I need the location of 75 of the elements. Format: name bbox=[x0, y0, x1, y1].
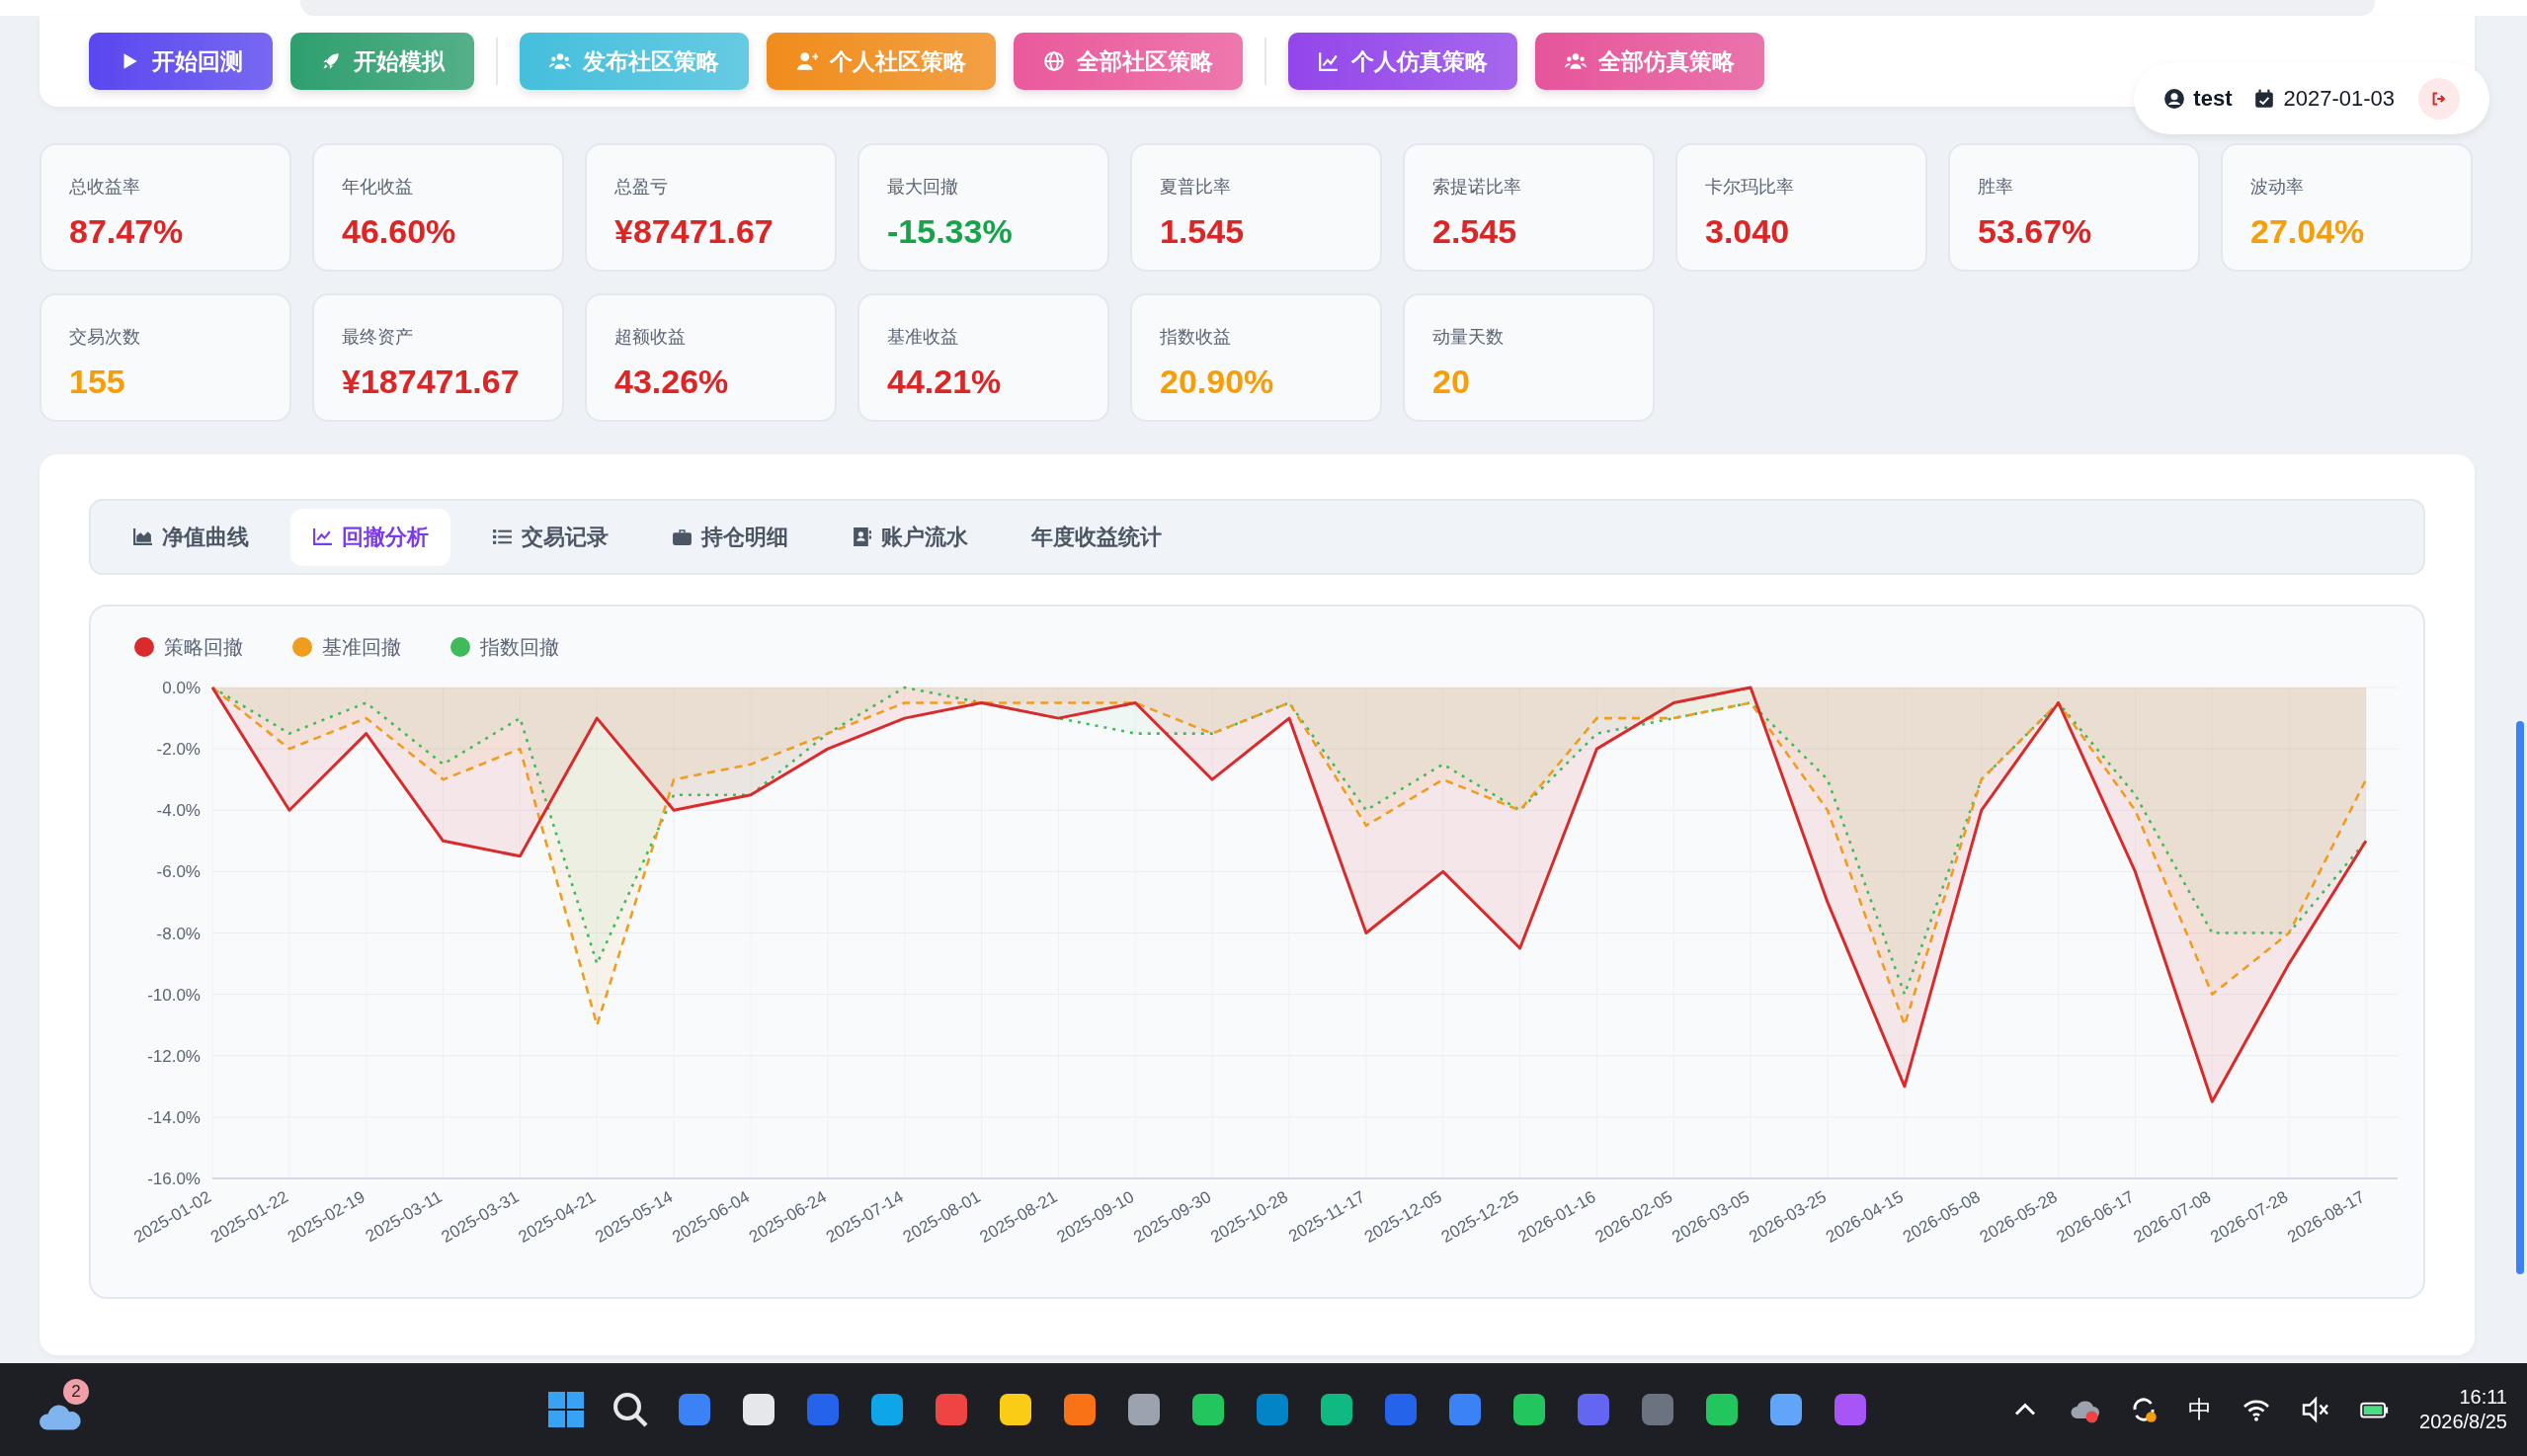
stat-value: 20.90% bbox=[1160, 363, 1275, 401]
stat-label: 胜率 bbox=[1978, 176, 2014, 199]
user-plus-icon bbox=[796, 50, 818, 72]
y-axis-label: 0.0% bbox=[162, 679, 201, 697]
muted-speaker-icon[interactable] bbox=[2301, 1395, 2330, 1424]
globe-icon bbox=[1043, 50, 1065, 72]
y-axis-label: -6.0% bbox=[156, 862, 201, 882]
list-icon bbox=[492, 526, 513, 547]
stat-value: 1.545 bbox=[1160, 212, 1246, 251]
stat-value: 44.21% bbox=[887, 363, 1003, 401]
briefcase-icon bbox=[672, 526, 693, 547]
y-axis-label: -12.0% bbox=[147, 1046, 201, 1066]
legend-label: 基准回撤 bbox=[322, 634, 401, 660]
tab[interactable]: 年度收益统计 bbox=[1010, 508, 1183, 566]
clock-date[interactable]: 2026/8/25 bbox=[2419, 1410, 2507, 1434]
search-icon[interactable] bbox=[611, 1390, 650, 1429]
y-axis-label: -14.0% bbox=[147, 1107, 201, 1127]
line-icon bbox=[1318, 50, 1340, 72]
clock-time[interactable]: 16:11 bbox=[2459, 1385, 2507, 1410]
stat-value: ¥187471.67 bbox=[342, 363, 521, 401]
notification-badge: 2 bbox=[63, 1379, 89, 1405]
rocket-icon bbox=[320, 50, 342, 72]
stat-label: 指数收益 bbox=[1160, 326, 1232, 349]
start-icon[interactable] bbox=[546, 1390, 586, 1429]
stat-label: 总盈亏 bbox=[614, 176, 669, 199]
stat-label: 索提诺比率 bbox=[1432, 176, 1522, 199]
users-icon bbox=[549, 50, 571, 72]
tab[interactable]: 回撤分析 bbox=[290, 508, 450, 566]
tab[interactable]: 净值曲线 bbox=[111, 508, 271, 566]
stat-label: 夏普比率 bbox=[1160, 176, 1232, 199]
legend-label: 指数回撤 bbox=[480, 634, 559, 660]
stat-value: 20 bbox=[1432, 363, 1471, 401]
stat-value: ¥87471.67 bbox=[614, 212, 774, 251]
y-axis-label: -2.0% bbox=[156, 740, 201, 760]
user-name: test bbox=[2193, 86, 2233, 112]
stat-value: 53.67% bbox=[1978, 212, 2093, 251]
action-button[interactable]: 开始回测 bbox=[89, 33, 273, 90]
y-axis-label: -16.0% bbox=[147, 1170, 201, 1188]
user-icon bbox=[2163, 88, 2186, 110]
stat-label: 动量天数 bbox=[1432, 326, 1505, 349]
logout-icon bbox=[2430, 90, 2448, 108]
stat-label: 最终资产 bbox=[342, 326, 414, 349]
stat-label: 交易次数 bbox=[69, 326, 141, 349]
area-chart-icon bbox=[132, 526, 153, 547]
y-axis-label: -4.0% bbox=[156, 801, 201, 821]
stat-label: 年化收益 bbox=[342, 176, 414, 199]
stat-value: 155 bbox=[69, 363, 126, 401]
stat-value: 3.040 bbox=[1705, 212, 1791, 251]
stat-label: 基准收益 bbox=[887, 326, 959, 349]
y-axis-label: -10.0% bbox=[147, 985, 201, 1005]
tab[interactable]: 账户流水 bbox=[830, 508, 990, 566]
line-chart-icon bbox=[312, 526, 333, 547]
stat-value: 2.545 bbox=[1432, 212, 1518, 251]
contact-icon bbox=[852, 526, 872, 547]
scrollbar-thumb[interactable] bbox=[2516, 721, 2524, 1274]
stat-value: -15.33% bbox=[887, 212, 1014, 251]
tab[interactable]: 持仓明细 bbox=[650, 508, 810, 566]
stat-value: 87.47% bbox=[69, 212, 185, 251]
logout-button[interactable] bbox=[2418, 78, 2460, 120]
input-method[interactable]: 中 bbox=[2188, 1394, 2212, 1425]
stat-label: 波动率 bbox=[2250, 176, 2305, 199]
tab[interactable]: 交易记录 bbox=[470, 508, 630, 566]
stat-label: 最大回撤 bbox=[887, 176, 959, 199]
stat-label: 超额收益 bbox=[614, 326, 687, 349]
stat-value: 43.26% bbox=[614, 363, 730, 401]
y-axis-label: -8.0% bbox=[156, 924, 201, 943]
action-button[interactable]: 个人仿真策略 bbox=[1288, 33, 1517, 90]
current-date: 2027-01-03 bbox=[2283, 86, 2395, 112]
stat-label: 总收益率 bbox=[69, 176, 141, 199]
stat-value: 46.60% bbox=[342, 212, 457, 251]
users-icon bbox=[1565, 50, 1587, 72]
stat-value: 27.04% bbox=[2250, 212, 2366, 251]
calendar-icon bbox=[2253, 88, 2276, 110]
stat-label: 卡尔玛比率 bbox=[1705, 176, 1795, 199]
legend-label: 策略回撤 bbox=[164, 634, 243, 660]
